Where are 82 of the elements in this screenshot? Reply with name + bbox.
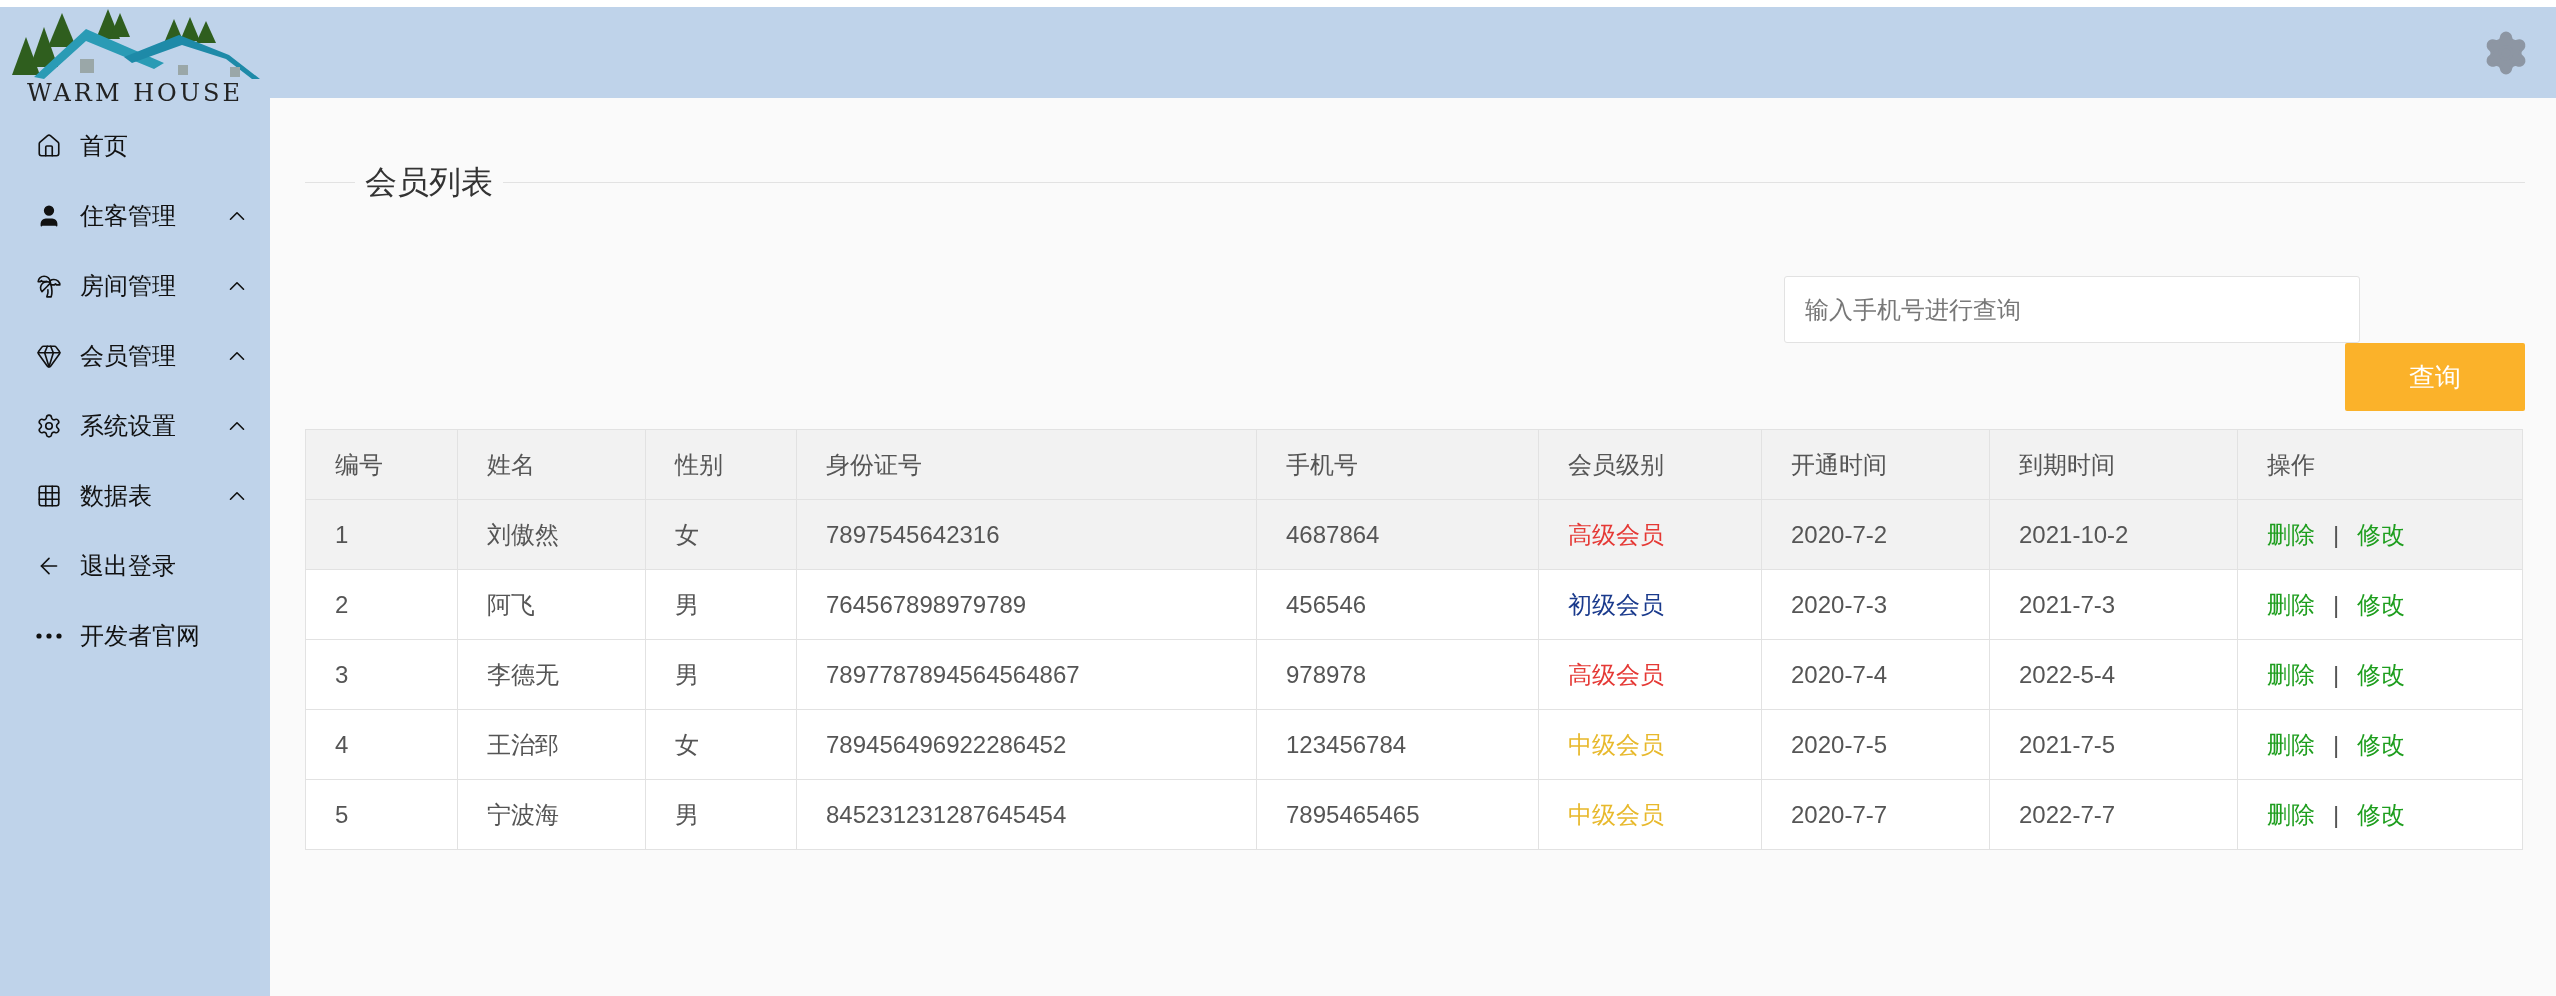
column-header: 性别 [645,429,797,500]
page-title: 会员列表 [364,163,494,202]
grid-icon [36,483,62,509]
delete-link[interactable]: 删除 [2267,796,2315,833]
table-cell: 2020-7-7 [1761,779,1990,850]
table-cell: 845231231287645454 [796,779,1257,850]
table-cell: 2022-7-7 [1989,779,2238,850]
table-row[interactable]: 5 宁波海 男 845231231287645454 7895465465 中级会员 2020-7-7 2022-7-7 删除 | 修改 [305,779,2523,850]
separator: | [2333,729,2340,760]
sidebar-item[interactable]: 房间管理 [0,251,270,321]
separator: | [2333,799,2340,830]
table-cell: 1 [305,499,458,570]
separator: | [2333,589,2340,620]
table-cell: 2 [305,569,458,640]
table-cell: 2020-7-4 [1761,639,1990,710]
table-cell: 123456784 [1256,709,1539,780]
palm-tree-icon [36,273,62,299]
table-cell: 2021-7-3 [1989,569,2238,640]
table-row[interactable]: 4 王治郅 女 789456496922286452 123456784 中级会员 2020-7-5 2021-7-5 删除 | 修改 [305,709,2523,780]
table-cell: 7895465465 [1256,779,1539,850]
delete-link[interactable]: 删除 [2267,586,2315,623]
table-cell: 男 [645,569,797,640]
delete-link[interactable]: 删除 [2267,726,2315,763]
table-cell: 刘傲然 [457,499,646,570]
table-cell: 4 [305,709,458,780]
sidebar-item[interactable]: 退出登录 [0,531,270,601]
column-header: 手机号 [1256,429,1539,500]
column-header: 姓名 [457,429,646,500]
delete-link[interactable]: 删除 [2267,656,2315,693]
sidebar-item[interactable]: 住客管理 [0,181,270,251]
edit-link[interactable]: 修改 [2357,656,2406,693]
member-level-cell: 初级会员 [1538,569,1762,640]
table-cell: 女 [645,709,797,780]
column-header: 开通时间 [1761,429,1990,500]
sidebar-item[interactable]: 数据表 [0,461,270,531]
edit-link[interactable]: 修改 [2357,796,2406,833]
table-cell: 宁波海 [457,779,646,850]
logo-text: WARM HOUSE [27,79,243,107]
table-row[interactable]: 2 阿飞 男 764567898979789 456546 初级会员 2020-7-3 2021-7-3 删除 | 修改 [305,569,2523,640]
separator: | [2333,519,2340,550]
member-level-cell: 中级会员 [1538,779,1762,850]
member-level-cell: 高级会员 [1538,499,1762,570]
sidebar-item[interactable]: 系统设置 [0,391,270,461]
sidebar-item[interactable]: 首页 [0,111,270,181]
table-cell: 女 [645,499,797,570]
table-cell: 5 [305,779,458,850]
home-icon [36,133,62,159]
table-cell: 男 [645,779,797,850]
table-cell: 2022-5-4 [1989,639,2238,710]
table-cell: 男 [645,639,797,710]
sidebar-item[interactable]: 开发者官网 [0,601,270,671]
dots-icon [36,633,62,639]
column-header: 编号 [305,429,458,500]
separator: | [2333,659,2340,690]
sidebar-item[interactable]: 会员管理 [0,321,270,391]
column-header: 身份证号 [796,429,1257,500]
table-cell: 2020-7-5 [1761,709,1990,780]
table-cell: 2021-10-2 [1989,499,2238,570]
edit-link[interactable]: 修改 [2357,726,2406,763]
table-cell: 7897545642316 [796,499,1257,570]
table-cell: 764567898979789 [796,569,1257,640]
table-cell: 456546 [1256,569,1539,640]
table-cell: 2021-7-5 [1989,709,2238,780]
table-cell: 789456496922286452 [796,709,1257,780]
search-field[interactable]: 输入手机号进行查询 [1784,276,2360,343]
table-cell: 7897787894564564867 [796,639,1257,710]
table-cell: 王治郅 [457,709,646,780]
table-cell: 978978 [1256,639,1539,710]
table-cell: 3 [305,639,458,710]
table-cell: 李德无 [457,639,646,710]
table-cell: 2020-7-2 [1761,499,1990,570]
column-header: 操作 [2237,429,2523,500]
diamond-icon [36,343,62,369]
column-header: 到期时间 [1989,429,2238,500]
column-header: 会员级别 [1538,429,1762,500]
table-row[interactable]: 3 李德无 男 7897787894564564867 978978 高级会员 2020-7-4 2022-5-4 删除 | 修改 [305,639,2523,710]
table-cell: 4687864 [1256,499,1539,570]
table-cell: 2020-7-3 [1761,569,1990,640]
member-level-cell: 高级会员 [1538,639,1762,710]
member-level-cell: 中级会员 [1538,709,1762,780]
table-cell: 阿飞 [457,569,646,640]
edit-link[interactable]: 修改 [2357,586,2406,623]
